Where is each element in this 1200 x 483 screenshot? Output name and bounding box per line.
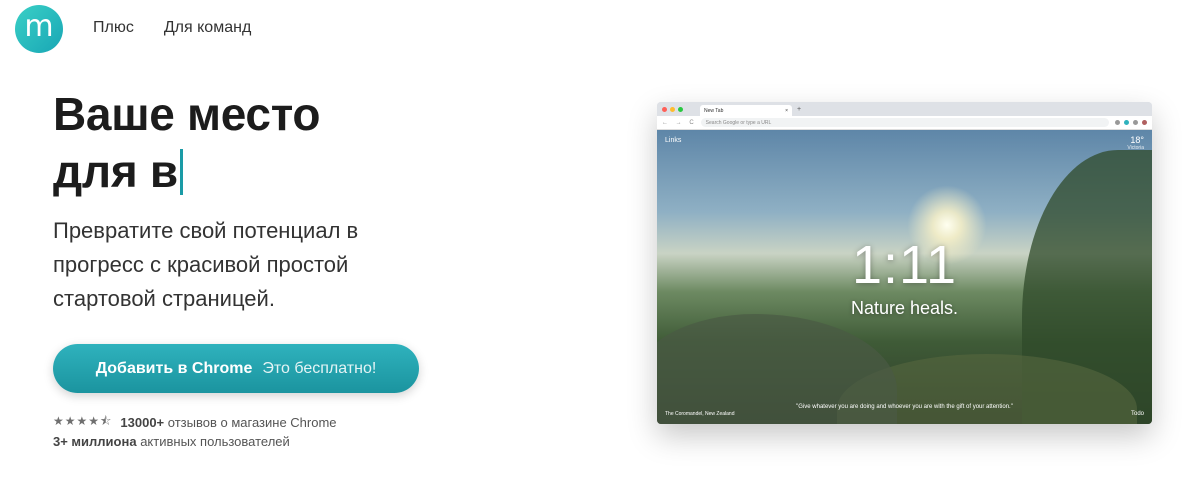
momentum-dashboard-scene: Links 18° Victoria 1:11 Nature heals. "G… <box>657 130 1152 424</box>
omnibox-placeholder: Search Google or type a URL <box>705 119 772 126</box>
star-icon <box>1115 120 1120 125</box>
todo-label: Todo <box>1130 411 1144 417</box>
browser-url-bar: ← → C Search Google or type a URL <box>657 116 1152 130</box>
dashboard-clock: 1:11 <box>851 235 958 295</box>
browser-tab: New Tab × <box>700 105 792 116</box>
profile-avatar-icon <box>1142 120 1147 125</box>
reviews-count: 13000+ <box>120 415 165 430</box>
window-maximize-dot-icon <box>678 106 683 112</box>
headline-line-2-wrap: для в <box>53 143 320 200</box>
reviews-line: ★★★★⯪ 13000+ отзывов о магазине Chrome <box>53 412 337 433</box>
typing-caret <box>179 148 183 195</box>
headline-line-2: для в <box>53 145 178 197</box>
cta-free-label: Это бесплатно! <box>262 359 377 377</box>
browser-nav-icons: ← → C <box>662 119 697 126</box>
hero-subtitle: Превратите свой потенциал в прогресс с к… <box>53 218 359 311</box>
new-tab-icon: + <box>797 105 802 113</box>
rating-stars-icon: ★★★★⯪ <box>53 414 113 428</box>
extension-icons <box>1115 120 1147 125</box>
top-nav: Плюс Для команд <box>93 19 251 37</box>
hero-headline: Ваше место для в <box>53 86 320 200</box>
weather-location: Victoria <box>1127 145 1144 151</box>
dashboard-quote: "Give whatever you are doing and whoever… <box>796 404 1013 410</box>
momentum-extension-icon <box>1124 120 1129 125</box>
weather-widget: 18° Victoria <box>1127 135 1144 151</box>
reviews-text: отзывов о магазине Chrome <box>167 415 337 430</box>
browser-tab-bar: New Tab × + <box>657 102 1152 116</box>
momentum-logo[interactable]: m <box>15 5 63 53</box>
tab-close-icon: × <box>785 107 788 114</box>
weather-temp: 18° <box>1130 135 1144 145</box>
users-line: 3+ миллиона активных пользователей <box>53 434 290 449</box>
window-close-dot-icon <box>662 106 667 112</box>
add-to-chrome-button[interactable]: Добавить в Chrome Это бесплатно! <box>53 344 419 393</box>
headline-line-1: Ваше место <box>53 88 321 140</box>
browser-tab-title: New Tab <box>704 107 724 114</box>
users-text: активных пользователей <box>140 434 290 449</box>
users-count: 3+ миллиона <box>53 434 137 449</box>
omnibox: Search Google or type a URL <box>700 118 1109 127</box>
cta-label: Добавить в Chrome <box>95 359 253 377</box>
photo-location: The Coromandel, New Zealand <box>665 411 735 417</box>
nav-link-plus[interactable]: Плюс <box>93 19 134 37</box>
logo-letter: m <box>24 9 54 44</box>
dashboard-mantra: Nature heals. <box>850 298 959 318</box>
links-label: Links <box>665 137 682 144</box>
browser-preview: New Tab × + ← → C Search Google or type … <box>657 102 1152 424</box>
nav-link-teams[interactable]: Для команд <box>164 19 251 37</box>
puzzle-icon <box>1133 120 1138 125</box>
window-minimize-dot-icon <box>670 106 675 112</box>
